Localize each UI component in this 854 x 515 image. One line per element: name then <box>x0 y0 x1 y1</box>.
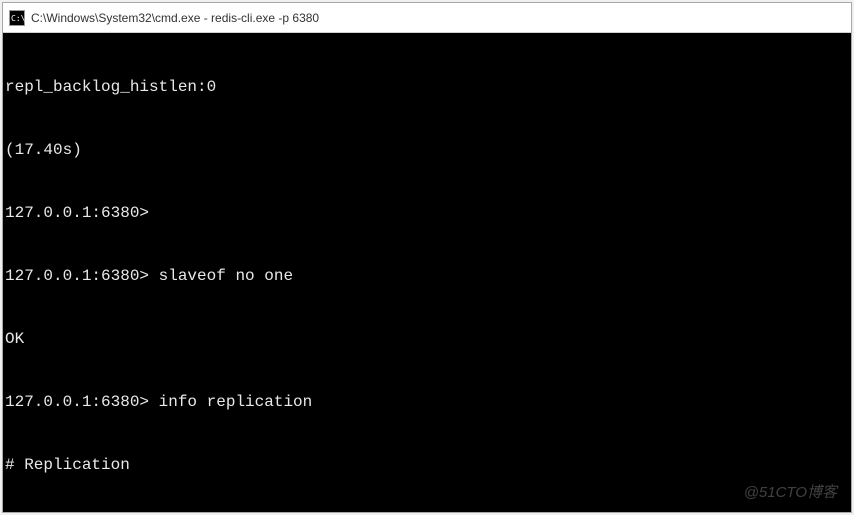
window-title: C:\Windows\System32\cmd.exe - redis-cli.… <box>31 11 319 25</box>
terminal-line: (17.40s) <box>5 140 849 161</box>
cmd-window: C:\ C:\Windows\System32\cmd.exe - redis-… <box>2 2 852 513</box>
terminal-output[interactable]: repl_backlog_histlen:0 (17.40s) 127.0.0.… <box>3 33 851 512</box>
terminal-line: OK <box>5 329 849 350</box>
svg-text:C:\: C:\ <box>11 14 25 23</box>
cmd-icon: C:\ <box>9 10 25 26</box>
terminal-line: 127.0.0.1:6380> info replication <box>5 392 849 413</box>
terminal-line: repl_backlog_histlen:0 <box>5 77 849 98</box>
terminal-line: 127.0.0.1:6380> slaveof no one <box>5 266 849 287</box>
terminal-line: 127.0.0.1:6380> <box>5 203 849 224</box>
terminal-line: # Replication <box>5 455 849 476</box>
titlebar[interactable]: C:\ C:\Windows\System32\cmd.exe - redis-… <box>3 3 851 33</box>
